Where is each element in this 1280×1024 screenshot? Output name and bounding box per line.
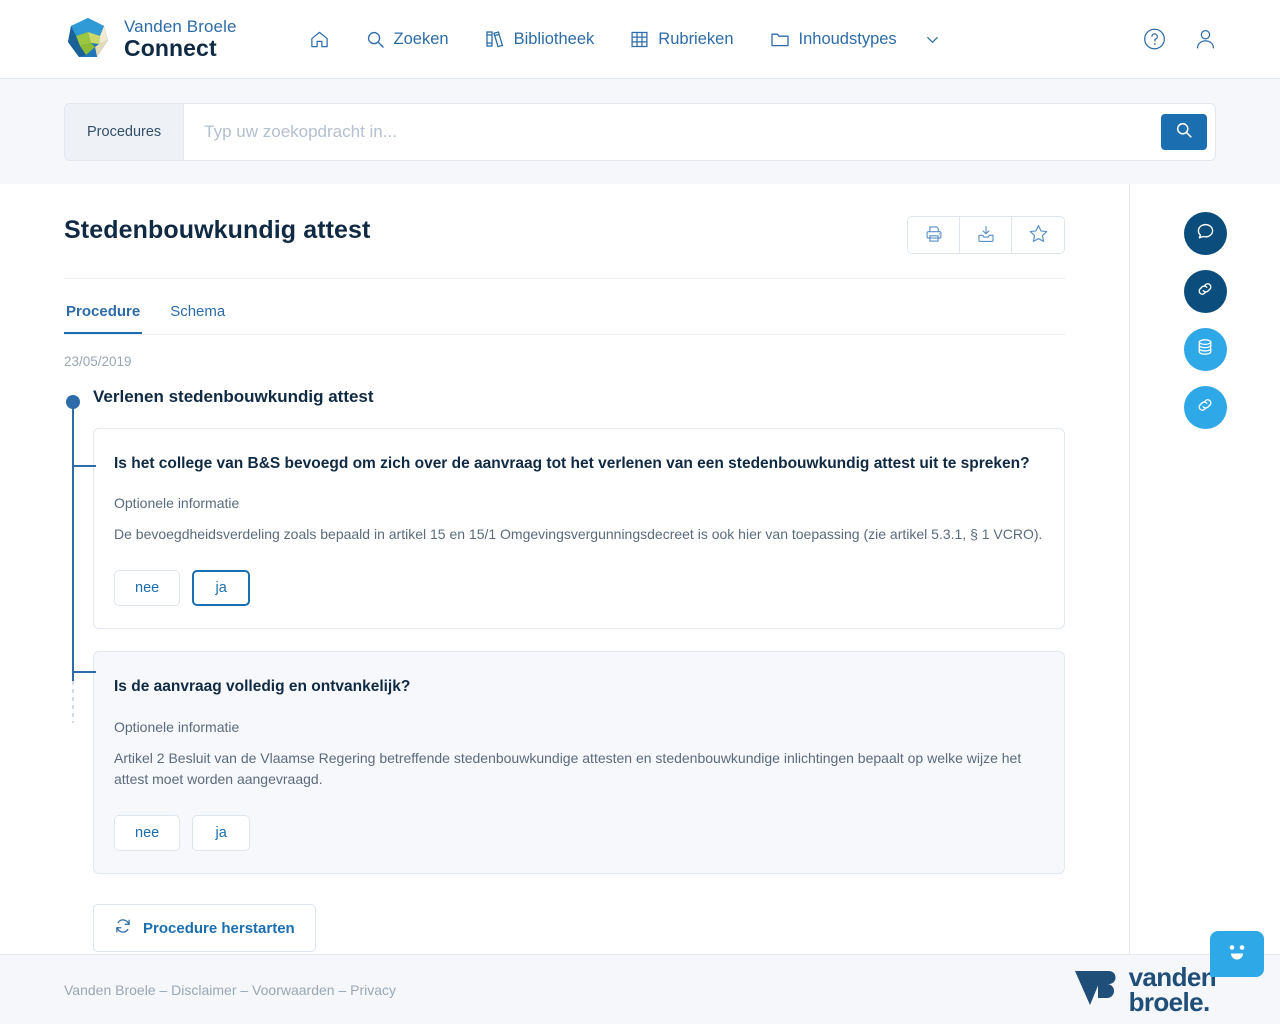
question-info-text: De bevoegdheidsverdeling zoals bepaald i… (114, 526, 1043, 543)
footer-vanden-broele-logo: vanden broele. (1074, 961, 1217, 1017)
download-inbox-icon (976, 224, 996, 247)
document-toolbar (907, 216, 1065, 254)
page-body: Stedenbouwkundig attest Procedure Schema… (0, 184, 1280, 954)
chevron-down-icon[interactable] (924, 31, 941, 48)
search-bar: Procedures (64, 102, 1216, 161)
timeline-node-dot (66, 395, 80, 409)
brand-name-line2: Connect (124, 34, 217, 61)
printer-icon (924, 224, 944, 247)
download-button[interactable] (960, 217, 1012, 253)
search-zone: Procedures (0, 79, 1280, 184)
question-circle-icon[interactable] (1142, 27, 1167, 52)
search-input[interactable] (184, 103, 1161, 160)
search-scope-selector[interactable]: Procedures (65, 103, 185, 160)
star-icon (1028, 223, 1049, 247)
answer-button-nee[interactable]: nee (114, 570, 181, 607)
nav-label-rubrieken: Rubrieken (658, 29, 734, 48)
brand-name-line1: Vanden Broele (124, 16, 237, 36)
chat-widget-button[interactable] (1210, 931, 1264, 977)
question-card: Is het college van B&S bevoegd om zich o… (93, 428, 1065, 630)
links-button[interactable] (1183, 270, 1227, 313)
question-title: Is het college van B&S bevoegd om zich o… (114, 455, 1030, 472)
right-action-rail (1130, 184, 1280, 954)
refresh-icon (114, 917, 132, 939)
primary-nav: Zoeken Bibliotheek Rubrieken Inhoudstype… (291, 19, 959, 60)
timeline-line-dotted (72, 681, 74, 723)
timeline-branch-1 (73, 465, 96, 467)
answer-button-ja[interactable]: ja (192, 570, 251, 607)
vanden-broele-mark-icon (1074, 965, 1120, 1014)
restart-procedure-button[interactable]: Procedure herstarten (93, 904, 316, 952)
brand-text: Vanden Broele Connect (124, 17, 237, 62)
search-icon (1175, 121, 1193, 142)
footer-logo-line1: vanden (1128, 961, 1217, 992)
nav-item-rubrieken[interactable]: Rubrieken (612, 20, 751, 59)
question-info-label: Optionele informatie (114, 495, 240, 512)
folder-icon (770, 29, 790, 49)
timeline-line (72, 401, 74, 681)
document-date: 23/05/2019 (64, 354, 132, 369)
nav-item-inhoudstypes[interactable]: Inhoudstypes (752, 19, 959, 59)
stage-title: Verlenen stedenbouwkundig attest (93, 387, 374, 406)
user-icon[interactable] (1193, 27, 1218, 52)
answer-group: nee ja (114, 815, 1044, 851)
nav-label-bibliotheek: Bibliotheek (513, 29, 595, 48)
nav-item-home[interactable] (291, 19, 348, 60)
home-icon (309, 29, 330, 50)
chain-link-icon (1195, 279, 1215, 304)
question-info-label: Optionele informatie (114, 718, 240, 735)
tab-procedure[interactable]: Procedure (64, 293, 143, 334)
favorite-button[interactable] (1012, 217, 1064, 253)
nav-utility-group (1142, 27, 1218, 52)
print-button[interactable] (908, 217, 960, 253)
question-card: Is de aanvraag volledig en ontvankelijk?… (93, 651, 1065, 874)
document-content: Stedenbouwkundig attest Procedure Schema… (0, 184, 1130, 954)
nav-label-zoeken: Zoeken (393, 29, 449, 48)
search-submit-button[interactable] (1161, 113, 1207, 150)
page-title: Stedenbouwkundig attest (64, 216, 371, 244)
nav-label-inhoudstypes: Inhoudstypes (798, 29, 897, 48)
footer-logo-text: vanden broele. (1128, 961, 1217, 1017)
speech-bubble-icon (1195, 221, 1216, 247)
search-icon (366, 30, 385, 49)
comments-button[interactable] (1183, 212, 1227, 255)
books-icon (485, 29, 505, 49)
restart-procedure-label: Procedure herstarten (143, 919, 295, 937)
database-stack-icon (1195, 337, 1215, 362)
tab-schema[interactable]: Schema (168, 293, 227, 334)
footer-links[interactable]: Vanden Broele – Disclaimer – Voorwaarden… (64, 982, 396, 998)
timeline-branch-2 (73, 671, 96, 673)
question-title: Is de aanvraag volledig en ontvankelijk? (114, 678, 411, 696)
database-button[interactable] (1183, 328, 1227, 371)
page-footer: Vanden Broele – Disclaimer – Voorwaarden… (0, 931, 1280, 1024)
document-tabs: Procedure Schema (64, 293, 1065, 335)
chain-link-icon (1195, 395, 1215, 420)
document-header: Stedenbouwkundig attest (64, 216, 1065, 279)
procedure-timeline: Verlenen stedenbouwkundig attest Is het … (64, 387, 1065, 952)
grid-icon (630, 30, 649, 49)
nav-item-bibliotheek[interactable]: Bibliotheek (467, 19, 613, 59)
vanden-broele-sphere-logo-icon (64, 15, 112, 63)
question-info-text: Artikel 2 Besluit van de Vlaamse Regerin… (114, 749, 1022, 788)
top-navigation-bar: Vanden Broele Connect Zoeken Bibliotheek… (0, 0, 1280, 79)
footer-logo-line2: broele. (1128, 986, 1211, 1017)
related-links-button[interactable] (1183, 386, 1227, 429)
chat-smiley-icon (1222, 939, 1252, 970)
answer-button-ja[interactable]: ja (192, 815, 251, 851)
answer-button-nee[interactable]: nee (114, 815, 181, 851)
brand-logo-link[interactable]: Vanden Broele Connect (64, 15, 237, 63)
nav-item-zoeken[interactable]: Zoeken (348, 20, 467, 59)
answer-group: nee ja (114, 570, 1044, 607)
